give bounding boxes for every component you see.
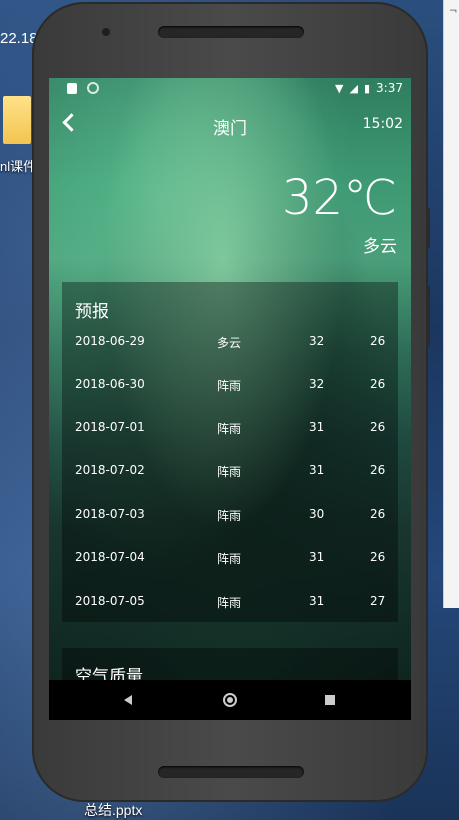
forecast-date: 2018-07-01 [75, 420, 145, 434]
forecast-date: 2018-06-29 [75, 334, 145, 348]
folder-icon[interactable] [3, 96, 31, 144]
wifi-icon: ▼ [335, 81, 344, 95]
status-bar: ▼ ◢ ▮ 3:37 [49, 78, 411, 100]
forecast-max-temp: 30 [309, 507, 325, 521]
forecast-panel: 预报 2018-06-29 多云 32 26 2018-06-30 阵雨 32 … [62, 282, 398, 622]
forecast-min-temp: 27 [370, 594, 386, 608]
forecast-max-temp: 31 [309, 594, 325, 608]
desktop-folder-label[interactable]: nl课件 [0, 156, 36, 175]
forecast-row: 2018-07-01 阵雨 31 26 [62, 420, 398, 440]
desktop-file-label[interactable]: 总结.pptx [84, 800, 142, 820]
forecast-row: 2018-07-03 阵雨 30 26 [62, 507, 398, 527]
forecast-weather: 阵雨 [217, 509, 242, 523]
forecast-max-temp: 32 [309, 334, 325, 348]
forecast-date: 2018-07-05 [75, 594, 145, 608]
forecast-date: 2018-07-04 [75, 550, 145, 564]
title-bar: 澳门 15:02 [49, 106, 411, 142]
front-camera [102, 28, 110, 36]
sim-card-icon [67, 83, 77, 94]
forecast-row: 2018-07-04 阵雨 31 26 [62, 550, 398, 570]
forecast-weather: 阵雨 [217, 465, 242, 479]
forecast-row: 2018-06-30 阵雨 32 26 [62, 377, 398, 397]
power-button[interactable] [426, 286, 430, 346]
current-temperature: 32℃ [282, 170, 397, 226]
no-signal-icon: ◢ [349, 81, 358, 95]
forecast-max-temp: 32 [309, 377, 325, 391]
forecast-min-temp: 26 [370, 550, 386, 564]
volume-button[interactable] [426, 208, 430, 248]
city-name: 澳门 [213, 119, 247, 139]
sync-icon [87, 82, 99, 94]
battery-icon: ▮ [363, 81, 371, 95]
top-speaker [158, 26, 304, 38]
forecast-weather: 多云 [217, 336, 242, 350]
status-time: 3:37 [376, 81, 403, 95]
app-screen: ▼ ◢ ▮ 3:37 澳门 15:02 32℃ 多云 预报 2018-06-29… [49, 78, 411, 720]
forecast-date: 2018-06-30 [75, 377, 145, 391]
forecast-row: 2018-06-29 多云 32 26 [62, 334, 398, 354]
forecast-weather: 阵雨 [217, 422, 242, 436]
forecast-min-temp: 26 [370, 507, 386, 521]
nav-recents-icon[interactable] [325, 695, 335, 705]
forecast-weather: 阵雨 [217, 552, 242, 566]
android-nav-bar [49, 680, 411, 720]
forecast-row: 2018-07-05 阵雨 31 27 [62, 594, 398, 614]
forecast-title: 预报 [75, 302, 109, 322]
forecast-weather: 阵雨 [217, 596, 242, 610]
forecast-max-temp: 31 [309, 550, 325, 564]
nav-home-icon[interactable] [223, 693, 237, 707]
forecast-min-temp: 26 [370, 463, 386, 477]
forecast-max-temp: 31 [309, 463, 325, 477]
forecast-min-temp: 26 [370, 420, 386, 434]
background-window-edge: ¬ [443, 0, 459, 608]
forecast-row: 2018-07-02 阵雨 31 26 [62, 463, 398, 483]
forecast-weather: 阵雨 [217, 379, 242, 393]
forecast-date: 2018-07-02 [75, 463, 145, 477]
forecast-min-temp: 26 [370, 334, 386, 348]
forecast-min-temp: 26 [370, 377, 386, 391]
update-time: 15:02 [362, 116, 403, 132]
bottom-speaker [158, 766, 304, 778]
current-condition: 多云 [363, 237, 397, 257]
forecast-max-temp: 31 [309, 420, 325, 434]
nav-back-icon[interactable] [124, 695, 132, 705]
forecast-date: 2018-07-03 [75, 507, 145, 521]
